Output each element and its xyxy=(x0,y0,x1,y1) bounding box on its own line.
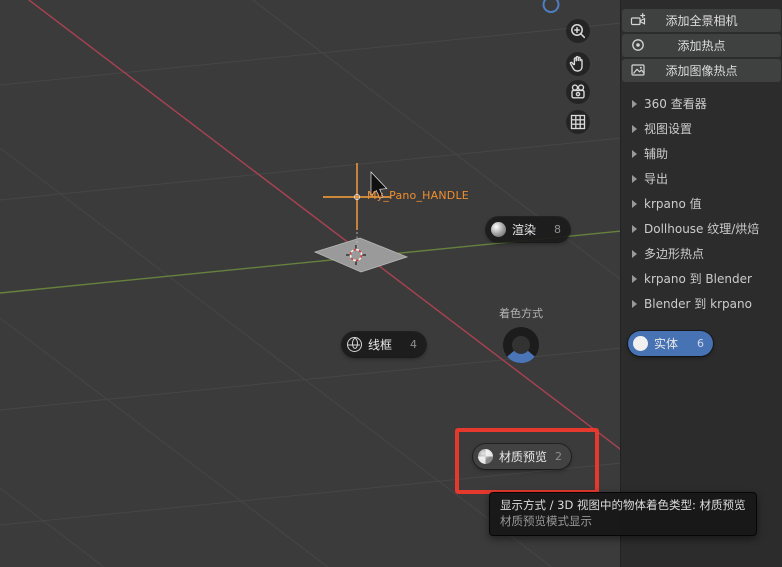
tooltip: 显示方式 / 3D 视图中的物体着色类型: 材质预览 材质预览模式显示 xyxy=(489,492,757,536)
chevron-right-icon xyxy=(632,224,637,233)
chevron-right-icon xyxy=(632,99,637,108)
pie-item-wireframe[interactable]: 线框 4 xyxy=(342,332,426,357)
camera-view-gadget-button[interactable] xyxy=(566,80,590,104)
object-label: My_Pano_HANDLE xyxy=(367,189,469,202)
pie-item-material-preview[interactable]: 材质预览 2 xyxy=(473,444,571,469)
camera-icon xyxy=(571,84,585,99)
pie-item-solid-label: 实体 xyxy=(654,337,679,351)
add-hotspot-button[interactable]: 添加热点 xyxy=(622,34,781,57)
pie-item-render-label: 渲染 xyxy=(512,223,537,237)
blender-window: My_Pano_HANDLE 添加全景相机 添加热点 添加图像热点 360 查看… xyxy=(0,0,782,567)
tooltip-line1: 显示方式 / 3D 视图中的物体着色类型: 材质预览 xyxy=(500,498,746,512)
hotspot-icon xyxy=(630,37,646,53)
hand-icon xyxy=(569,55,583,72)
pie-menu-title: 着色方式 xyxy=(499,307,543,320)
chevron-right-icon xyxy=(632,299,637,308)
zoom-gadget-button[interactable] xyxy=(566,19,590,43)
pan-gadget-button[interactable] xyxy=(566,52,590,76)
section-krpano-to-blender[interactable]: krpano 到 Blender xyxy=(621,266,782,291)
section-polygon-hotspot[interactable]: 多边形热点 xyxy=(621,241,782,266)
solid-sphere-icon xyxy=(633,336,648,351)
pie-item-material-preview-key: 2 xyxy=(555,450,562,463)
grid-icon xyxy=(570,114,586,130)
add-pano-camera-button[interactable]: 添加全景相机 xyxy=(622,9,781,32)
add-pano-camera-label: 添加全景相机 xyxy=(665,14,738,28)
pie-item-material-preview-label: 材质预览 xyxy=(499,450,548,464)
chevron-right-icon xyxy=(632,199,637,208)
image-hotspot-icon xyxy=(630,62,646,78)
section-360-viewer[interactable]: 360 查看器 xyxy=(621,91,782,116)
section-blender-to-krpano[interactable]: Blender 到 krpano xyxy=(621,291,782,316)
zoom-icon xyxy=(571,24,586,39)
pie-item-solid-key: 6 xyxy=(697,337,704,350)
side-panel: 添加全景相机 添加热点 添加图像热点 360 查看器 视图设置 辅助 导出 kr… xyxy=(620,0,782,567)
pie-item-wireframe-key: 4 xyxy=(410,338,417,351)
section-view-settings[interactable]: 视图设置 xyxy=(621,116,782,141)
section-krpano-values[interactable]: krpano 值 xyxy=(621,191,782,216)
orthographic-gadget-button[interactable] xyxy=(566,110,590,134)
pie-item-wireframe-label: 线框 xyxy=(368,338,393,352)
pie-menu-direction-widget xyxy=(503,327,539,363)
section-auxiliary[interactable]: 辅助 xyxy=(621,141,782,166)
chevron-right-icon xyxy=(632,124,637,133)
add-image-hotspot-label: 添加图像热点 xyxy=(665,64,738,78)
panel-sections: 360 查看器 视图设置 辅助 导出 krpano 值 Dollhouse 纹理… xyxy=(621,91,782,316)
material-sphere-icon xyxy=(478,449,493,464)
tooltip-line2: 材质预览模式显示 xyxy=(500,514,592,528)
chevron-right-icon xyxy=(632,174,637,183)
add-image-hotspot-button[interactable]: 添加图像热点 xyxy=(622,59,781,82)
pie-item-solid[interactable]: 实体 6 xyxy=(628,331,713,356)
trackball-circle xyxy=(542,0,560,13)
chevron-right-icon xyxy=(632,149,637,158)
pano-camera-icon xyxy=(630,12,646,28)
wireframe-sphere-icon xyxy=(347,337,362,352)
chevron-right-icon xyxy=(632,249,637,258)
chevron-right-icon xyxy=(632,274,637,283)
render-sphere-icon xyxy=(491,222,506,237)
pie-item-render[interactable]: 渲染 8 xyxy=(486,217,570,242)
section-export[interactable]: 导出 xyxy=(621,166,782,191)
section-dollhouse-bake[interactable]: Dollhouse 纹理/烘焙 xyxy=(621,216,782,241)
add-hotspot-label: 添加热点 xyxy=(677,39,726,53)
pie-item-render-key: 8 xyxy=(554,223,561,236)
